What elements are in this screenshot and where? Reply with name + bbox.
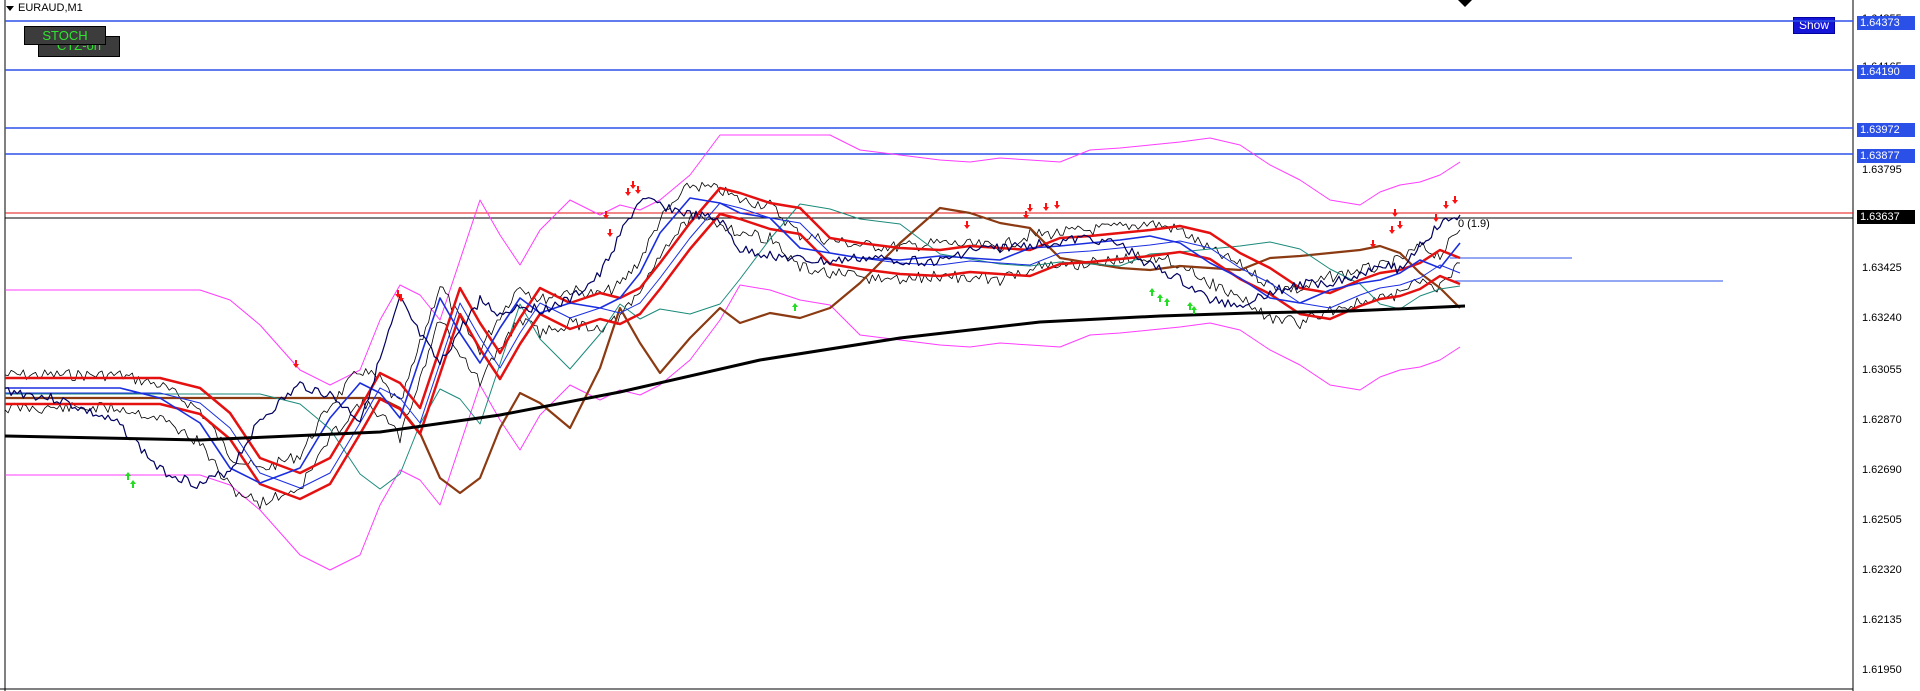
- price-level-label: 1.63637: [1857, 210, 1915, 224]
- buy-arrow-icon: [130, 480, 136, 488]
- long-term-ma-line: [4, 304, 1466, 442]
- price-level-label: 1.64190: [1857, 65, 1915, 79]
- red-ma-upper: [5, 186, 1461, 475]
- price-tick-label: 1.62505: [1862, 514, 1902, 526]
- ratio-annotation: 0 (1.9): [1458, 218, 1490, 230]
- thin-envelope-upper: [4, 181, 1461, 471]
- lower-band-line: [5, 284, 1461, 571]
- sell-arrow-icon: [625, 188, 631, 196]
- sell-arrow-icon: [1452, 196, 1458, 204]
- price-level-label: 1.63877: [1857, 149, 1915, 163]
- price-tick-label: 1.63425: [1862, 262, 1902, 274]
- teal-ma-line: [5, 203, 1461, 490]
- buy-arrow-icon: [125, 472, 131, 480]
- buy-arrow-icon: [792, 303, 798, 311]
- price-level-label: 1.64373: [1857, 16, 1915, 30]
- chart-window[interactable]: EURAUD,M1 CTZ-on STOCH Show 1.643551.641…: [0, 0, 1920, 691]
- sell-arrow-icon: [630, 181, 636, 189]
- sell-arrow-icon: [964, 221, 970, 229]
- stoch-toggle-button[interactable]: STOCH: [24, 26, 106, 45]
- sell-arrow-icon: [1443, 201, 1449, 209]
- sell-arrow-icon: [607, 229, 613, 237]
- upper-band-line: [5, 134, 1461, 386]
- price-tick-label: 1.62870: [1862, 414, 1902, 426]
- price-tick-label: 1.63055: [1862, 364, 1902, 376]
- buy-arrow-icon: [1157, 294, 1163, 302]
- price-tick-label: 1.62135: [1862, 614, 1902, 626]
- sell-arrow-icon: [635, 186, 641, 194]
- red-ma-lower: [5, 212, 1461, 501]
- price-tick-label: 1.63795: [1862, 164, 1902, 176]
- sell-arrow-icon: [1054, 201, 1060, 209]
- sell-arrow-icon: [1043, 203, 1049, 211]
- sell-arrow-icon: [1433, 214, 1439, 222]
- price-chart-canvas[interactable]: [0, 0, 1920, 691]
- sell-arrow-icon: [1027, 204, 1033, 212]
- sell-arrow-icon: [1392, 209, 1398, 217]
- price-tick-label: 1.63240: [1862, 312, 1902, 324]
- price-tick-label: 1.62320: [1862, 564, 1902, 576]
- sell-arrow-icon: [1397, 221, 1403, 229]
- price-tick-label: 1.61950: [1862, 664, 1902, 676]
- buy-arrow-icon: [1164, 298, 1170, 306]
- price-tick-label: 1.62690: [1862, 464, 1902, 476]
- price-level-label: 1.63972: [1857, 123, 1915, 137]
- sell-arrow-icon: [1389, 226, 1395, 234]
- buy-arrow-icon: [1191, 306, 1197, 314]
- price-line: [4, 197, 1461, 489]
- buy-arrow-icon: [1149, 288, 1155, 296]
- thin-envelope-lower: [4, 212, 1461, 510]
- sell-arrow-icon: [293, 360, 299, 368]
- brown-ma-line: [5, 206, 1461, 495]
